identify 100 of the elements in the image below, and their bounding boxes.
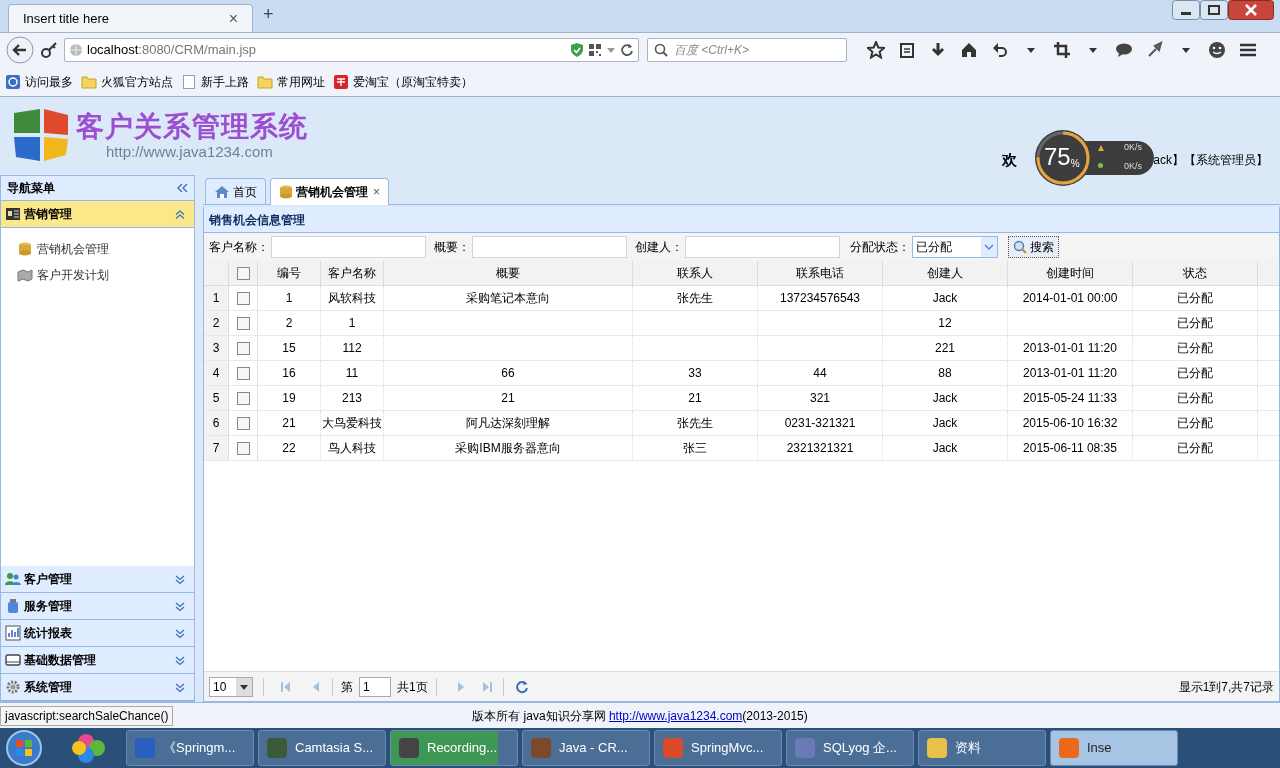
qr-code-icon[interactable] (588, 43, 602, 57)
accordion-header[interactable]: 统计报表 (1, 620, 194, 647)
close-icon[interactable] (1228, 0, 1274, 20)
table-cell: 16 (258, 361, 321, 385)
taskbar-button[interactable]: Inse (1050, 730, 1178, 766)
site-link[interactable]: http://www.java1234.com (608, 708, 743, 723)
checkbox[interactable] (236, 366, 250, 380)
taskbar-button[interactable]: Camtasia S... (258, 730, 386, 766)
column-header: 编号 (258, 261, 321, 285)
field-label: 概要： (434, 239, 470, 256)
app-icon (661, 736, 685, 760)
tab[interactable]: 营销机会管理 × (270, 178, 389, 205)
table-cell: 2013-01-01 11:20 (1008, 361, 1133, 385)
browser-tab[interactable]: Insert title here × (8, 4, 253, 32)
accordion-header[interactable]: 基础数据管理 (1, 647, 194, 674)
table-cell: 66 (384, 361, 633, 385)
table-cell: 采购IBM服务器意向 (384, 436, 633, 460)
search-field[interactable]: 百度 <Ctrl+K> (647, 38, 847, 62)
home-icon[interactable] (960, 41, 978, 59)
accordion-header[interactable]: 营销管理 (1, 201, 194, 228)
checkbox[interactable] (236, 291, 250, 305)
close-icon[interactable]: × (373, 183, 380, 201)
accordion-header[interactable]: 服务管理 (1, 593, 194, 620)
search-button[interactable]: 搜索 (1008, 236, 1059, 258)
field-label: 客户名称： (209, 239, 269, 256)
table-cell: 2015-06-11 08:35 (1008, 436, 1133, 460)
download-speed: 0K/s (1124, 160, 1142, 173)
taskbar-button[interactable]: SQLyog 企... (786, 730, 914, 766)
crop-icon[interactable] (1053, 41, 1071, 59)
tab[interactable]: 首页 (205, 178, 266, 204)
taskbar-button[interactable]: SpringMvc... (654, 730, 782, 766)
checkbox[interactable] (236, 416, 250, 430)
taskbar-button[interactable]: Recording... (390, 730, 518, 766)
taskbar-button[interactable]: 资料 (918, 730, 1046, 766)
input-field[interactable] (685, 236, 840, 258)
star-icon[interactable] (867, 41, 885, 59)
checkbox[interactable] (236, 341, 250, 355)
table-cell: 112 (321, 336, 384, 360)
refresh-icon[interactable] (513, 678, 530, 695)
expand-icon[interactable] (174, 627, 186, 639)
table-cell: 已分配 (1133, 286, 1258, 310)
input-field[interactable] (271, 236, 426, 258)
app-title: 客户关系管理系统 (76, 111, 308, 143)
menu-item[interactable]: 营销机会管理 (17, 240, 194, 258)
bookmark[interactable]: 火狐官方站点 (81, 72, 173, 91)
row-number: 5 (204, 386, 229, 410)
menu-icon[interactable] (1239, 41, 1257, 59)
address-bar[interactable]: localhost:8080/CRM/main.jsp (64, 38, 639, 62)
column-header: 联系人 (633, 261, 758, 285)
taskbar-button[interactable]: 《Springm... (126, 730, 254, 766)
download-icon[interactable] (929, 41, 947, 59)
bookmark[interactable]: 新手上路 (181, 72, 249, 91)
checkbox[interactable] (236, 266, 250, 280)
collapse-icon[interactable] (174, 208, 186, 220)
undo-icon[interactable] (991, 41, 1009, 59)
table-cell: 221 (883, 336, 1008, 360)
accordion-title: 营销管理 (24, 206, 73, 223)
minimize-icon[interactable] (1172, 0, 1200, 20)
expand-icon[interactable] (174, 654, 186, 666)
chat-icon[interactable] (1115, 41, 1133, 59)
app-icon (925, 736, 949, 760)
collapse-icon[interactable] (176, 183, 188, 193)
checkbox[interactable] (236, 441, 250, 455)
column-header: 创建人 (883, 261, 1008, 285)
expand-icon[interactable] (174, 573, 186, 585)
key-icon[interactable] (40, 41, 58, 59)
expand-icon[interactable] (174, 600, 186, 612)
accordion-title: 基础数据管理 (24, 652, 97, 669)
reload-icon[interactable] (620, 43, 634, 57)
expand-icon[interactable] (174, 681, 186, 693)
checkbox[interactable] (236, 391, 250, 405)
table-cell: 风软科技 (321, 286, 384, 310)
taskbar-button[interactable]: Java - CR... (522, 730, 650, 766)
bookmark[interactable]: 爱淘宝（原淘宝特卖） (333, 72, 473, 91)
table-cell: 21 (633, 386, 758, 410)
taskbar-label: 《Springm... (163, 739, 236, 758)
table-cell: 44 (758, 361, 883, 385)
new-tab-button[interactable]: + (263, 1, 274, 28)
input-field[interactable] (472, 236, 627, 258)
table-cell: 张三 (633, 436, 758, 460)
page-size-dropdown[interactable]: 10 (209, 676, 253, 697)
menu-item[interactable]: 客户开发计划 (17, 266, 194, 284)
close-icon[interactable]: × (228, 6, 238, 31)
page-number-field[interactable]: 1 (359, 676, 391, 697)
table-cell: 11 (321, 361, 384, 385)
field-label: 分配状态： (850, 239, 910, 256)
drive-icon (5, 652, 21, 668)
status-dropdown[interactable]: 已分配 (912, 236, 998, 258)
globe-icon (69, 43, 83, 57)
restore-icon[interactable] (1200, 0, 1228, 20)
smiley-icon[interactable] (1208, 41, 1226, 59)
accordion-header[interactable]: 客户管理 (1, 566, 194, 593)
accordion-header[interactable]: 系统管理 (1, 674, 194, 701)
bookmark[interactable]: 常用网址 (257, 72, 325, 91)
bookmark[interactable]: 访问最多 (5, 72, 73, 91)
upload-speed: 0K/s (1124, 141, 1142, 154)
checkbox[interactable] (236, 316, 250, 330)
back-icon[interactable] (6, 36, 34, 64)
clipboard-icon[interactable] (898, 41, 916, 59)
taskbar-label: SQLyog 企... (823, 739, 897, 758)
